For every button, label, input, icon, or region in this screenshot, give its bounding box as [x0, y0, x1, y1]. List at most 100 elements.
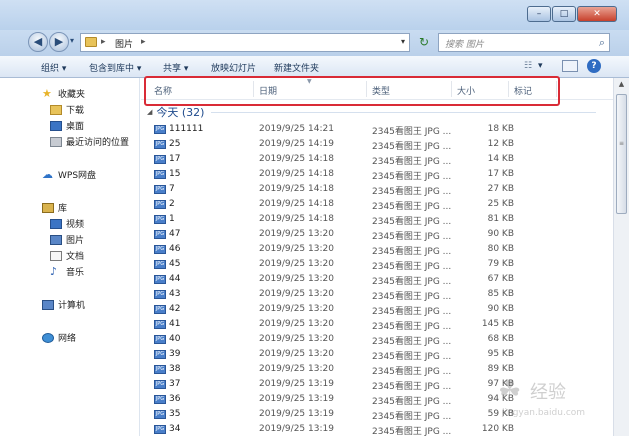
jpg-file-icon: JPG [154, 380, 166, 389]
nav-desktop[interactable]: 桌面 [50, 119, 84, 132]
video-icon [50, 218, 62, 229]
organize-menu[interactable]: 组织 ▾ [41, 61, 66, 74]
file-row[interactable]: JPG 2 2019/9/25 14:18 2345看图王 JPG ... 25 KB [141, 197, 601, 212]
group-header-today[interactable]: ◢ 今天 (32) [147, 105, 204, 119]
share-menu[interactable]: 共享 ▾ [163, 61, 188, 74]
forward-button[interactable]: ▶ [49, 32, 69, 52]
preview-pane-icon[interactable] [562, 60, 578, 72]
nav-favorites[interactable]: ★ 收藏夹 [42, 87, 85, 100]
file-row[interactable]: JPG 43 2019/9/25 13:20 2345看图王 JPG ... 85 KB [141, 287, 601, 302]
nav-pictures[interactable]: 图片 [50, 233, 84, 246]
file-type: 2345看图王 JPG ... [372, 307, 452, 317]
view-menu-dropdown[interactable]: ▾ [538, 61, 543, 71]
file-date: 2019/9/25 14:18 [259, 169, 334, 179]
file-type: 2345看图王 JPG ... [372, 382, 452, 392]
jpg-file-icon: JPG [154, 275, 166, 284]
refresh-icon[interactable]: ↻ [414, 33, 434, 52]
file-name: 37 [169, 379, 181, 389]
path-separator[interactable]: ▸ [101, 37, 106, 47]
download-folder-icon [50, 104, 62, 115]
file-date: 2019/9/25 13:20 [259, 244, 334, 254]
scroll-up-icon[interactable]: ▲ [616, 80, 627, 90]
nav-computer[interactable]: 计算机 [42, 298, 85, 311]
file-date: 2019/9/25 14:18 [259, 214, 334, 224]
file-row[interactable]: JPG 111111 2019/9/25 14:21 2345看图王 JPG ... 1… [141, 122, 601, 137]
view-options-icon[interactable]: ☷ [524, 61, 532, 71]
file-size: 68 KB [487, 334, 514, 344]
file-size: 120 KB [481, 424, 514, 434]
file-row[interactable]: JPG 44 2019/9/25 13:20 2345看图王 JPG ... 67 KB [141, 272, 601, 287]
jpg-file-icon: JPG [154, 215, 166, 224]
file-type: 2345看图王 JPG ... [372, 292, 452, 302]
nav-recent-places[interactable]: 最近访问的位置 [50, 135, 129, 148]
file-date: 2019/9/25 13:20 [259, 319, 334, 329]
file-date: 2019/9/25 14:19 [259, 139, 334, 149]
file-row[interactable]: JPG 1 2019/9/25 14:18 2345看图王 JPG ... 81 KB [141, 212, 601, 227]
search-input[interactable]: 搜索 图片 ⌕ [438, 33, 610, 52]
watermark-text: 经验 [530, 382, 566, 403]
nav-downloads[interactable]: 下载 [50, 103, 84, 116]
scrollbar-thumb[interactable] [616, 94, 627, 214]
file-date: 2019/9/25 13:20 [259, 229, 334, 239]
include-in-library-menu[interactable]: 包含到库中 ▾ [89, 61, 141, 74]
search-icon[interactable]: ⌕ [599, 36, 605, 50]
nav-libraries[interactable]: 库 [42, 201, 67, 214]
recent-pages-dropdown[interactable]: ▾ [70, 36, 74, 45]
close-button[interactable]: ✕ [577, 6, 617, 22]
file-name: 41 [169, 319, 181, 329]
nav-wps-drive[interactable]: ☁ WPS网盘 [42, 168, 96, 182]
nav-network[interactable]: 网络 [42, 331, 76, 344]
file-type: 2345看图王 JPG ... [372, 217, 452, 227]
nav-documents[interactable]: 文档 [50, 249, 84, 262]
file-type: 2345看图王 JPG ... [372, 187, 452, 197]
desktop-icon [50, 120, 62, 131]
window-controls: – □ ✕ [526, 6, 617, 22]
file-date: 2019/9/25 13:20 [259, 364, 334, 374]
jpg-file-icon: JPG [154, 305, 166, 314]
file-date: 2019/9/25 13:19 [259, 379, 334, 389]
file-row[interactable]: JPG 41 2019/9/25 13:20 2345看图王 JPG ... 145 K… [141, 317, 601, 332]
new-folder-button[interactable]: 新建文件夹 [274, 61, 319, 74]
path-segment-pictures[interactable]: 图片 [115, 37, 133, 50]
file-date: 2019/9/25 14:18 [259, 199, 334, 209]
file-row[interactable]: JPG 17 2019/9/25 14:18 2345看图王 JPG ... 14 KB [141, 152, 601, 167]
address-bar[interactable]: ▸ 图片 ▸ ▾ [80, 33, 410, 52]
file-type: 2345看图王 JPG ... [372, 397, 452, 407]
file-row[interactable]: JPG 7 2019/9/25 14:18 2345看图王 JPG ... 27 KB [141, 182, 601, 197]
file-row[interactable]: JPG 47 2019/9/25 13:20 2345看图王 JPG ... 90 KB [141, 227, 601, 242]
jpg-file-icon: JPG [154, 200, 166, 209]
paw-logo-icon: ☘ [498, 376, 522, 406]
jpg-file-icon: JPG [154, 230, 166, 239]
star-icon: ★ [42, 86, 52, 100]
file-row[interactable]: JPG 40 2019/9/25 13:20 2345看图王 JPG ... 68 KB [141, 332, 601, 347]
file-date: 2019/9/25 14:18 [259, 184, 334, 194]
file-row[interactable]: JPG 25 2019/9/25 14:19 2345看图王 JPG ... 12 KB [141, 137, 601, 152]
slideshow-button[interactable]: 放映幻灯片 [211, 61, 256, 74]
file-row[interactable]: JPG 46 2019/9/25 13:20 2345看图王 JPG ... 80 KB [141, 242, 601, 257]
file-name: 38 [169, 364, 181, 374]
jpg-file-icon: JPG [154, 365, 166, 374]
collapse-triangle-icon[interactable]: ◢ [147, 108, 152, 116]
vertical-scrollbar[interactable]: ▲ ≡ [613, 78, 629, 436]
file-name: 34 [169, 424, 181, 434]
help-icon[interactable]: ? [587, 59, 601, 73]
file-row[interactable]: JPG 39 2019/9/25 13:20 2345看图王 JPG ... 95 KB [141, 347, 601, 362]
nav-label: 计算机 [58, 301, 86, 311]
address-dropdown-icon[interactable]: ▾ [401, 37, 405, 46]
path-separator[interactable]: ▸ [141, 37, 146, 47]
file-row[interactable]: JPG 42 2019/9/25 13:20 2345看图王 JPG ... 90 KB [141, 302, 601, 317]
file-type: 2345看图王 JPG ... [372, 412, 452, 422]
file-name: 7 [169, 184, 175, 194]
music-note-icon: ♪ [50, 264, 58, 278]
nav-music[interactable]: ♪ 音乐 [50, 264, 84, 279]
back-button[interactable]: ◀ [28, 32, 48, 52]
file-row[interactable]: JPG 34 2019/9/25 13:19 2345看图王 JPG ... 120 K… [141, 422, 601, 436]
maximize-button[interactable]: □ [552, 6, 576, 22]
file-row[interactable]: JPG 45 2019/9/25 13:20 2345看图王 JPG ... 79 KB [141, 257, 601, 272]
minimize-button[interactable]: – [527, 6, 551, 22]
file-size: 81 KB [487, 214, 514, 224]
file-type: 2345看图王 JPG ... [372, 157, 452, 167]
file-row[interactable]: JPG 15 2019/9/25 14:18 2345看图王 JPG ... 17 KB [141, 167, 601, 182]
file-type: 2345看图王 JPG ... [372, 352, 452, 362]
nav-videos[interactable]: 视频 [50, 217, 84, 230]
